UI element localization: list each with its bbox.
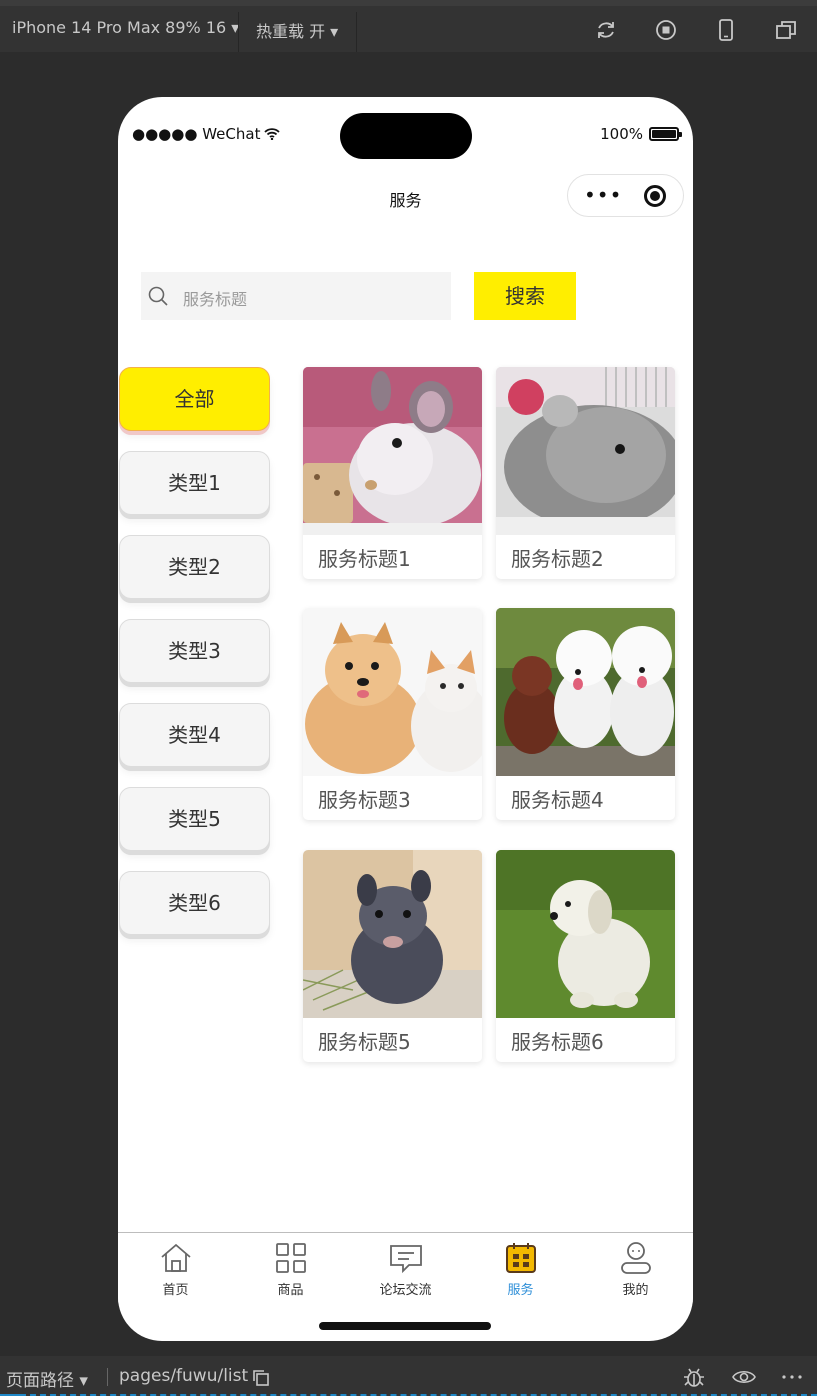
bug-icon[interactable]	[682, 1366, 706, 1388]
device-selector[interactable]: iPhone 14 Pro Max 89% 16 ▾	[12, 18, 239, 37]
service-title: 服务标题3	[318, 788, 411, 812]
dynamic-island	[340, 113, 472, 159]
search-icon	[148, 286, 168, 306]
service-title: 服务标题2	[511, 547, 604, 571]
status-battery: 100%	[600, 125, 682, 143]
service-card[interactable]: 服务标题6	[496, 850, 675, 1062]
more-icon[interactable]	[780, 1366, 804, 1388]
calendar-icon	[506, 1243, 536, 1273]
toolbar-divider	[238, 12, 239, 52]
dark-chinchilla-photo	[303, 850, 482, 1018]
more-dots-icon[interactable]: •••	[584, 185, 622, 205]
tab-mine[interactable]: 我的	[578, 1233, 693, 1305]
search-button[interactable]: 搜索	[474, 272, 576, 320]
white-chinchilla-photo	[303, 367, 482, 535]
search-input[interactable]: 服务标题	[141, 272, 451, 320]
category-all[interactable]: 全部	[119, 367, 270, 431]
battery-icon	[649, 127, 682, 141]
service-title: 服务标题1	[318, 547, 411, 571]
phone-simulator: ●●●●● WeChat 100% 服务 ••• 服务标题 搜索 全部 类型1 …	[118, 97, 693, 1341]
user-icon	[621, 1242, 651, 1274]
category-type2[interactable]: 类型2	[119, 535, 270, 599]
tab-label: 论坛交流	[379, 1283, 432, 1298]
white-puppy-on-grass-photo	[496, 850, 675, 1018]
tab-services[interactable]: 服务	[463, 1233, 578, 1305]
category-type4[interactable]: 类型4	[119, 703, 270, 767]
search-placeholder: 服务标题	[183, 290, 248, 309]
service-card[interactable]: 服务标题4	[496, 608, 675, 820]
category-type3[interactable]: 类型3	[119, 619, 270, 683]
tab-label: 我的	[622, 1283, 649, 1298]
refresh-icon[interactable]	[594, 18, 618, 42]
home-indicator	[319, 1322, 491, 1330]
service-title: 服务标题6	[511, 1030, 604, 1054]
carrier-label: ●●●●● WeChat	[132, 125, 261, 143]
service-title: 服务标题4	[511, 788, 604, 812]
service-card[interactable]: 服务标题3	[303, 608, 482, 820]
status-carrier: ●●●●● WeChat	[132, 125, 281, 143]
service-title: 服务标题5	[318, 1030, 411, 1054]
chat-icon	[390, 1245, 422, 1274]
status-divider	[107, 1368, 108, 1386]
tab-label: 商品	[277, 1283, 304, 1298]
three-poodles-photo	[496, 608, 675, 776]
category-type5[interactable]: 类型5	[119, 787, 270, 851]
close-target-icon[interactable]	[644, 185, 666, 207]
tab-products[interactable]: 商品	[233, 1233, 348, 1305]
window-icon[interactable]	[774, 18, 798, 42]
home-icon	[161, 1243, 191, 1272]
copy-icon[interactable]	[252, 1369, 270, 1387]
pomeranian-and-cat-photo	[303, 608, 482, 776]
grey-chinchilla-photo	[496, 367, 675, 535]
ide-status-bar: 页面路径 ▾ pages/fuwu/list	[0, 1356, 817, 1396]
tab-label: 服务	[507, 1283, 534, 1298]
grid-icon	[276, 1243, 306, 1273]
ide-toolbar: iPhone 14 Pro Max 89% 16 ▾ 热重载 开 ▾	[0, 0, 817, 52]
wifi-icon	[264, 128, 281, 140]
hot-reload-toggle[interactable]: 热重载 开 ▾	[256, 18, 338, 42]
eye-icon[interactable]	[732, 1366, 756, 1388]
tab-bar: 首页 商品 论坛交流 服务 我的	[118, 1232, 693, 1304]
tab-label: 首页	[162, 1283, 189, 1298]
tab-home[interactable]: 首页	[118, 1233, 233, 1305]
page-path: pages/fuwu/list	[119, 1366, 249, 1386]
service-card[interactable]: 服务标题5	[303, 850, 482, 1062]
toolbar-divider	[356, 12, 357, 52]
tab-forum[interactable]: 论坛交流	[348, 1233, 463, 1305]
battery-percent: 100%	[600, 125, 643, 143]
service-card[interactable]: 服务标题2	[496, 367, 675, 579]
category-type6[interactable]: 类型6	[119, 871, 270, 935]
service-card[interactable]: 服务标题1	[303, 367, 482, 579]
category-type1[interactable]: 类型1	[119, 451, 270, 515]
page-path-selector[interactable]: 页面路径 ▾	[6, 1366, 88, 1391]
phone-icon[interactable]	[714, 18, 738, 42]
capsule-menu[interactable]: •••	[567, 174, 684, 217]
stop-icon[interactable]	[654, 18, 678, 42]
